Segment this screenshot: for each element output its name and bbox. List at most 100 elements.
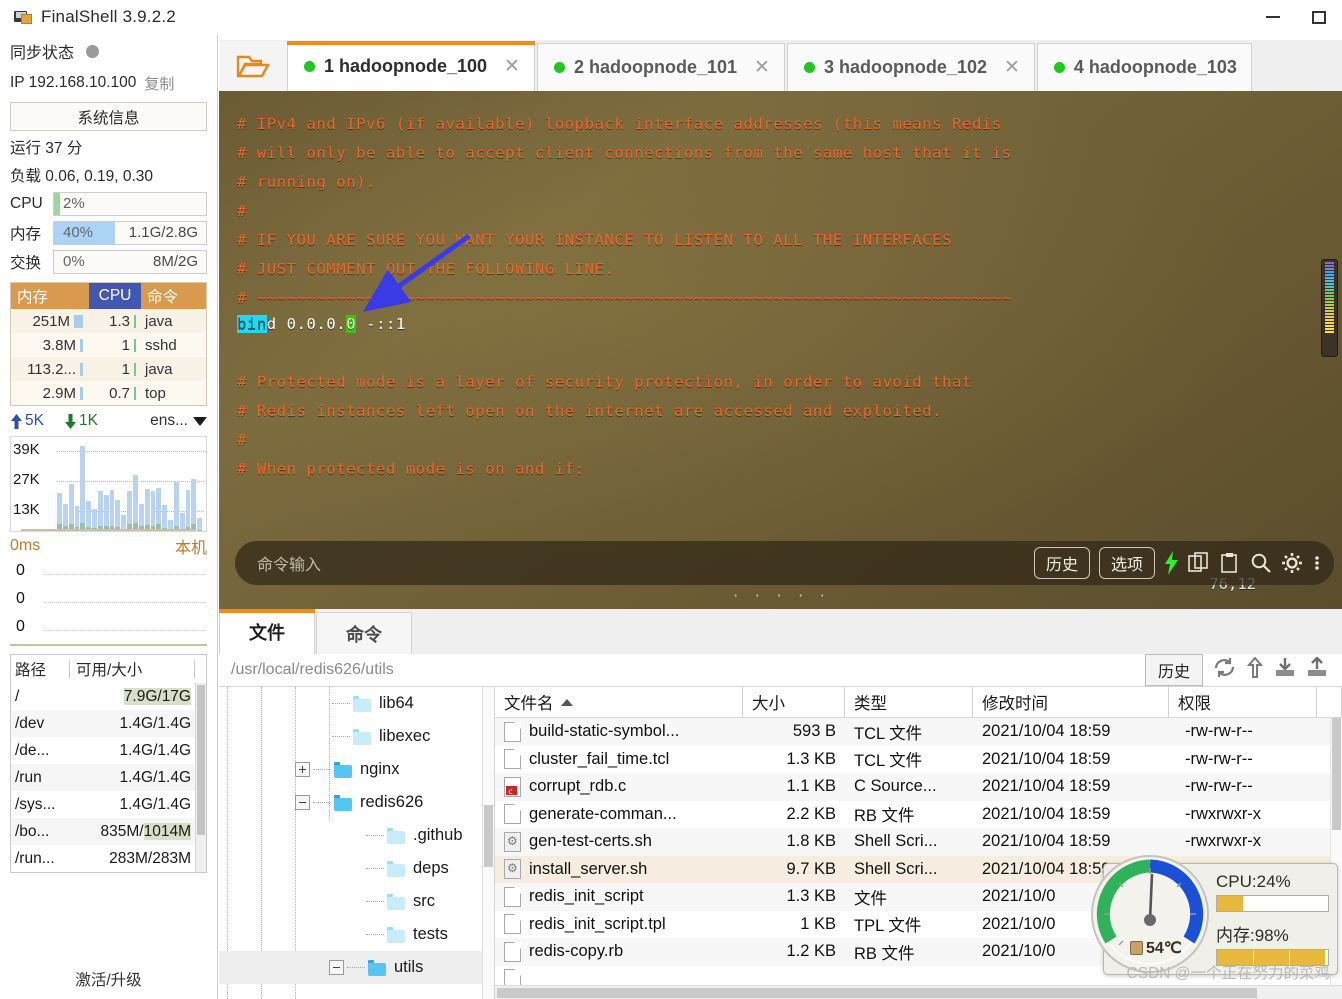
collapse-node-icon[interactable]	[295, 795, 310, 810]
gear-icon[interactable]	[1281, 552, 1303, 574]
file-history-button[interactable]: 历史	[1144, 654, 1203, 686]
process-row[interactable]: 3.8M 1 sshd	[11, 333, 206, 357]
tree-item-tests[interactable]: tests	[219, 918, 494, 951]
terminal-options-button[interactable]: 选项	[1098, 547, 1155, 579]
column-header-type[interactable]: 类型	[845, 687, 973, 718]
disk-row[interactable]: /de... 1.4G/1.4G	[11, 737, 195, 764]
tree-item-lib64[interactable]: lib64	[219, 687, 494, 720]
panel-resize-handle[interactable]: · · · · ·	[732, 589, 829, 604]
session-tab-2[interactable]: 2 hadoopnode_101 ✕	[536, 43, 785, 91]
close-tab-icon[interactable]: ✕	[504, 55, 520, 78]
tree-item-src[interactable]: src	[219, 885, 494, 918]
session-tab-label: 1 hadoopnode_100	[324, 56, 488, 76]
session-tab-1[interactable]: 1 hadoopnode_100 ✕	[287, 41, 535, 91]
session-tab-3[interactable]: 3 hadoopnode_102 ✕	[786, 43, 1035, 91]
process-col-command[interactable]: 命令	[141, 283, 206, 309]
search-icon[interactable]	[1250, 552, 1272, 574]
tree-item-nginx[interactable]: nginx	[219, 753, 494, 786]
file-row[interactable]: gen-test-certs.sh 1.8 KB Shell Scri... 2…	[495, 828, 1342, 856]
refresh-icon[interactable]	[1213, 657, 1236, 683]
gauge-cpu-label: CPU:24%	[1216, 872, 1291, 891]
file-perm: -rw-rw-r--	[1185, 777, 1253, 796]
download-icon[interactable]	[1274, 657, 1296, 683]
disk-row[interactable]: /run 1.4G/1.4G	[11, 764, 195, 791]
expand-node-icon[interactable]	[295, 762, 310, 777]
file-size: 1.2 KB	[786, 942, 836, 961]
maximize-button[interactable]	[1296, 0, 1342, 34]
close-tab-icon[interactable]: ✕	[1004, 56, 1020, 79]
upload-icon[interactable]	[1306, 656, 1328, 683]
file-row[interactable]: cluster_fail_time.tcl 1.3 KB TCL 文件 2021…	[495, 746, 1342, 774]
copy-icon[interactable]	[1188, 552, 1210, 574]
directory-tree[interactable]: lib64 libexec nginx redis626 .github dep…	[219, 687, 495, 999]
close-tab-icon[interactable]: ✕	[754, 56, 770, 79]
terminal-output-area[interactable]: # IPv4 and IPv6 (if available) loopback …	[219, 91, 1342, 609]
command-input-bar[interactable]: 命令输入 历史 选项	[235, 541, 1334, 585]
disk-col-size[interactable]: 可用/大小	[70, 658, 194, 680]
file-list-hscrollbar[interactable]	[495, 985, 1342, 999]
tab-files[interactable]: 文件	[219, 609, 315, 654]
disk-size: 1.4G/1.4G	[119, 768, 191, 786]
file-type: RB 文件	[854, 944, 915, 963]
paste-icon[interactable]	[1219, 552, 1241, 574]
disk-row[interactable]: /run... 283M/283M	[11, 845, 195, 872]
column-header-time[interactable]: 修改时间	[973, 687, 1169, 718]
process-memory: 3.8M	[42, 336, 76, 354]
terminal-line: # IPv4 and IPv6 (if available) loopback …	[237, 115, 1002, 133]
column-header-extra[interactable]	[1317, 687, 1342, 718]
process-row[interactable]: 113.2... 1 java	[11, 357, 206, 381]
tree-item-label: redis626	[360, 793, 424, 811]
more-options-icon[interactable]	[1312, 552, 1322, 574]
system-info-button[interactable]: 系统信息	[10, 102, 207, 131]
tree-item-deps[interactable]: deps	[219, 852, 494, 885]
process-col-cpu[interactable]: CPU	[89, 283, 141, 309]
file-type: TCL 文件	[854, 724, 923, 743]
file-row[interactable]: build-static-symbol... 593 B TCL 文件 2021…	[495, 718, 1342, 746]
process-command: sshd	[145, 336, 177, 354]
memory-meter-label: 内存	[10, 225, 42, 243]
terminal-minimap-scrollbar[interactable]	[1321, 259, 1338, 357]
tree-item-utils[interactable]: utils	[219, 951, 494, 984]
column-header-name[interactable]: 文件名	[495, 687, 743, 718]
open-folder-button[interactable]	[219, 41, 287, 91]
file-perm: -rw-rw-r--	[1185, 722, 1253, 741]
minimize-button[interactable]	[1250, 0, 1296, 34]
file-list-header: 文件名 大小 类型 修改时间 权限	[495, 687, 1342, 718]
process-row[interactable]: 251M 1.3 java	[11, 309, 206, 333]
disk-row[interactable]: / 7.9G/17G	[11, 683, 195, 710]
disk-row[interactable]: /sys... 1.4G/1.4G	[11, 791, 195, 818]
tab-commands[interactable]: 命令	[316, 612, 412, 654]
tree-item-libexec[interactable]: libexec	[219, 720, 494, 753]
tree-item-github[interactable]: .github	[219, 819, 494, 852]
collapse-node-icon[interactable]	[329, 960, 344, 975]
process-row[interactable]: 2.9M 0.7 top	[11, 381, 206, 405]
file-icon	[504, 749, 521, 770]
disk-row[interactable]: /dev 1.4G/1.4G	[11, 710, 195, 737]
activate-upgrade-link[interactable]: 激活/升级	[0, 959, 217, 999]
file-row[interactable]: generate-comman... 2.2 KB RB 文件 2021/10/…	[495, 801, 1342, 829]
parent-directory-icon[interactable]	[1246, 656, 1264, 683]
disk-row[interactable]: /bo... 835M/1014M	[11, 818, 195, 845]
tree-item-redis626[interactable]: redis626	[219, 786, 494, 819]
file-size: 1.8 KB	[786, 832, 836, 851]
copy-ip-button[interactable]: 复制	[144, 73, 174, 94]
file-row[interactable]: corrupt_rdb.c 1.1 KB C Source... 2021/10…	[495, 773, 1342, 801]
session-tab-4[interactable]: 4 hadoopnode_103	[1036, 43, 1252, 91]
file-name: redis-copy.rb	[529, 942, 624, 961]
process-col-memory[interactable]: 内存	[11, 283, 89, 309]
current-path-label[interactable]: /usr/local/redis626/utils	[219, 661, 394, 679]
network-axis-label: 27K	[13, 471, 40, 488]
disk-table-scrollbar[interactable]	[195, 683, 206, 872]
column-header-perm[interactable]: 权限	[1169, 687, 1317, 718]
system-monitor-gauge-widget[interactable]: 54℃ CPU:24% 内存:98%	[1091, 855, 1338, 975]
file-size: 9.7 KB	[786, 859, 836, 878]
tree-scrollbar[interactable]	[482, 687, 494, 999]
terminal-line: # Protected mode is a layer of security …	[237, 373, 972, 391]
maximize-icon	[1312, 10, 1326, 24]
disk-col-path[interactable]: 路径	[11, 658, 69, 680]
command-input-placeholder: 命令输入	[257, 557, 322, 574]
column-header-size[interactable]: 大小	[743, 687, 845, 718]
terminal-history-button[interactable]: 历史	[1033, 547, 1090, 579]
lightning-icon[interactable]	[1164, 551, 1179, 575]
network-interface-selector[interactable]: ens...	[150, 412, 207, 430]
